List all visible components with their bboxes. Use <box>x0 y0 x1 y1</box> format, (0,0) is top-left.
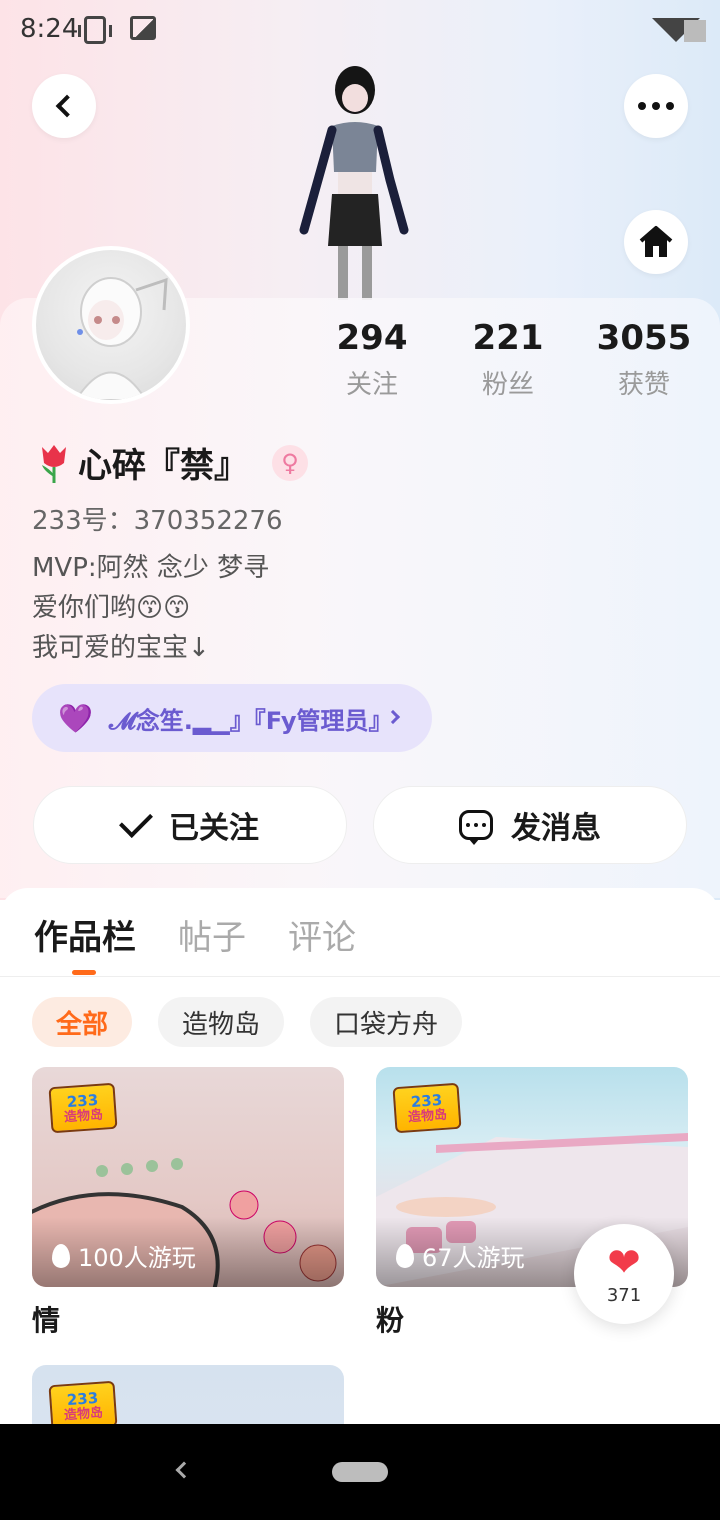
player-count: 67人游玩 <box>396 1238 525 1273</box>
stat-likes[interactable]: 3055 获赞 <box>574 318 714 401</box>
stat-following[interactable]: 294 关注 <box>302 318 442 401</box>
stat-value: 3055 <box>596 318 692 358</box>
stat-followers[interactable]: 221 粉丝 <box>438 318 578 401</box>
guild-pill[interactable]: 💜 𝓜念笙.▂▁』『Fy管理员』 <box>32 684 432 752</box>
game-card[interactable]: 233 造物岛 100人游玩 情 <box>32 1067 344 1339</box>
more-button[interactable] <box>624 74 688 138</box>
stat-value: 294 <box>336 318 408 358</box>
follow-label: 已关注 <box>169 811 259 846</box>
badge-line2: 造物岛 <box>407 1107 448 1125</box>
chat-icon <box>459 810 493 845</box>
flame-icon <box>52 1243 70 1268</box>
battery-icon <box>684 20 706 42</box>
badge-line2: 造物岛 <box>63 1107 104 1125</box>
game-title: 情 <box>32 1304 61 1337</box>
chevron-left-icon <box>55 94 79 118</box>
avatar[interactable] <box>32 246 190 404</box>
female-icon: ♀ <box>272 444 308 481</box>
guild-text: 𝓜念笙.▂▁』『Fy管理员』 <box>108 706 393 735</box>
creation-island-badge: 233 造物岛 <box>392 1082 462 1134</box>
filter-chips: 全部 造物岛 口袋方舟 <box>32 997 463 1047</box>
user-bio: MVP:阿然 念少 梦寻 爱你们哟😙😙 我可爱的宝宝↓ <box>32 548 269 668</box>
player-count: 100人游玩 <box>52 1238 196 1273</box>
flame-icon <box>396 1243 414 1268</box>
message-button[interactable]: 发消息 <box>373 786 687 864</box>
tab-comments[interactable]: 评论 <box>288 910 356 959</box>
stat-label: 关注 <box>345 370 398 400</box>
heart-icon: ❤ <box>607 1239 641 1286</box>
nav-home-pill[interactable] <box>332 1462 388 1482</box>
user-name: 心碎『禁』 <box>78 446 248 486</box>
user-id: 233号：370352276 <box>32 506 283 536</box>
stat-value: 221 <box>472 318 544 358</box>
tulip-icon <box>42 444 66 483</box>
check-icon <box>119 804 153 838</box>
more-dots-icon <box>638 102 674 110</box>
home-button[interactable] <box>624 210 688 274</box>
bio-line: MVP:阿然 念少 梦寻 <box>32 553 270 583</box>
badge-line2: 造物岛 <box>63 1405 104 1423</box>
home-icon <box>639 226 673 257</box>
filter-chip-creation-island[interactable]: 造物岛 <box>158 997 285 1047</box>
filter-chip-pocket-ark[interactable]: 口袋方舟 <box>310 997 463 1047</box>
purple-heart-icon: 💜 <box>58 701 93 735</box>
back-button[interactable] <box>32 74 96 138</box>
divider <box>0 976 720 977</box>
avatar-image <box>74 277 168 400</box>
filter-chip-all[interactable]: 全部 <box>32 997 133 1047</box>
status-bar: 8:24 <box>0 0 720 64</box>
status-time: 8:24 <box>20 14 79 44</box>
vibrate-icon <box>78 16 112 44</box>
avatar-3d-character <box>299 66 409 300</box>
signal-icon <box>652 18 706 44</box>
tab-indicator <box>72 970 96 975</box>
tab-posts[interactable]: 帖子 <box>178 910 246 959</box>
profile-page: 8:24 294 关注 221 粉丝 3055 获赞 心碎『禁』 ♀ 233号：… <box>0 0 720 1520</box>
nav-back-icon[interactable] <box>175 1461 193 1479</box>
message-label: 发消息 <box>511 811 601 846</box>
stat-label: 粉丝 <box>481 370 534 400</box>
player-count-text: 100人游玩 <box>78 1244 196 1272</box>
creation-island-badge: 233 造物岛 <box>48 1082 118 1134</box>
stat-label: 获赞 <box>617 370 670 400</box>
game-thumbnail: 233 造物岛 100人游玩 <box>32 1067 344 1287</box>
like-button[interactable]: ❤ 371 <box>574 1224 674 1324</box>
bio-line: 爱你们哟😙😙 <box>32 593 191 623</box>
tab-bar: 作品栏 帖子 评论 <box>34 910 356 959</box>
player-count-text: 67人游玩 <box>422 1244 525 1272</box>
user-name-row: 心碎『禁』 ♀ <box>34 438 308 487</box>
image-notification-icon <box>130 16 156 40</box>
system-nav-bar <box>0 1424 720 1520</box>
follow-button[interactable]: 已关注 <box>33 786 347 864</box>
tab-works[interactable]: 作品栏 <box>34 910 136 959</box>
status-icons <box>78 16 156 44</box>
like-count: 371 <box>606 1284 642 1306</box>
bio-line: 我可爱的宝宝↓ <box>32 633 210 663</box>
